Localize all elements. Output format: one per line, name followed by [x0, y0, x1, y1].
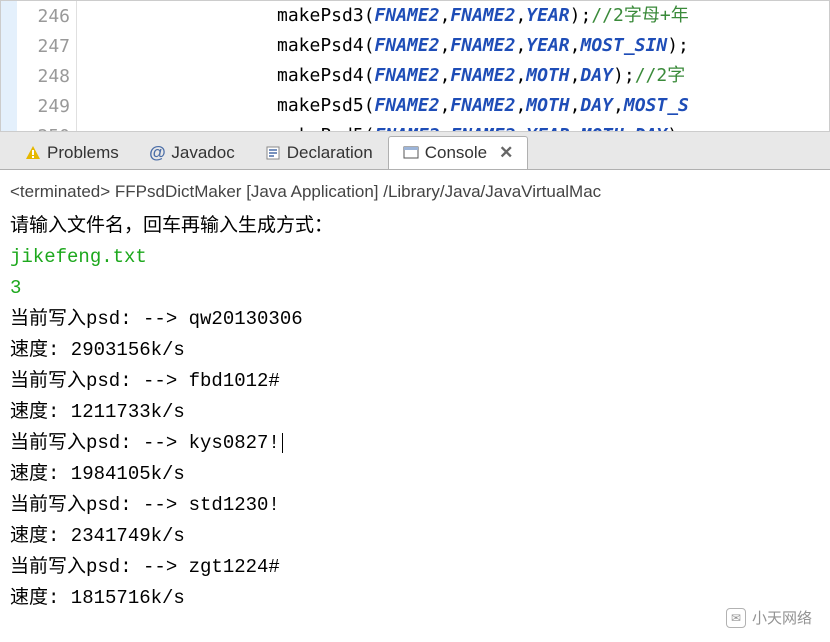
code-line: makePsd5(FNAME2,FNAME2,MOTH,DAY,MOST_S — [277, 91, 829, 121]
line-number: 248 — [17, 66, 76, 87]
code-line: makePsd4(FNAME2,FNAME2,YEAR,MOST_SIN); — [277, 31, 829, 61]
code-line: makePsd5(FNAME2,FNAME2,YEAR,MOTH,DAY). — [277, 121, 829, 131]
console-output: 当前写入psd: --> zgt1224# — [10, 552, 820, 583]
tab-label: Console — [425, 143, 487, 163]
line-number: 247 — [17, 36, 76, 57]
tab-problems[interactable]: Problems — [10, 136, 134, 169]
console-output: 当前写入psd: --> fbd1012# — [10, 366, 820, 397]
console-output: 速度: 1815716k/s — [10, 583, 820, 614]
code-line: makePsd4(FNAME2,FNAME2,MOTH,DAY);//2字 — [277, 61, 829, 91]
console-input: 3 — [10, 273, 820, 304]
close-icon[interactable]: ✕ — [499, 143, 513, 163]
terminated-status: <terminated> FFPsdDictMaker [Java Applic… — [10, 176, 820, 207]
view-tab-bar: Problems @ Javadoc Declaration Console ✕ — [0, 132, 830, 170]
at-icon: @ — [149, 143, 166, 163]
tab-label: Problems — [47, 143, 119, 163]
tab-label: Javadoc — [171, 143, 234, 163]
tab-javadoc[interactable]: @ Javadoc — [134, 136, 250, 169]
text-cursor — [282, 433, 283, 453]
tab-label: Declaration — [287, 143, 373, 163]
console-output: 速度: 1211733k/s — [10, 397, 820, 428]
console-output: 速度: 1984105k/s — [10, 459, 820, 490]
console-output: 速度: 2903156k/s — [10, 335, 820, 366]
tab-console[interactable]: Console ✕ — [388, 136, 529, 169]
wechat-icon: ✉ — [726, 608, 746, 628]
tab-declaration[interactable]: Declaration — [250, 136, 388, 169]
console-output: 当前写入psd: --> std1230! — [10, 490, 820, 521]
console-input: jikefeng.txt — [10, 242, 820, 273]
line-number: 246 — [17, 6, 76, 27]
console-output: 当前写入psd: --> qw20130306 — [10, 304, 820, 335]
warning-icon — [25, 145, 41, 161]
code-content[interactable]: makePsd3(FNAME2,FNAME2,YEAR);//2字母+年 mak… — [77, 1, 829, 131]
line-number-gutter: 246 247 248 249 250 — [1, 1, 77, 131]
watermark-text: 小天网络 — [752, 607, 812, 628]
declaration-icon — [265, 145, 281, 161]
console-view[interactable]: <terminated> FFPsdDictMaker [Java Applic… — [0, 170, 830, 642]
code-line: makePsd3(FNAME2,FNAME2,YEAR);//2字母+年 — [277, 1, 829, 31]
line-number: 249 — [17, 96, 76, 117]
console-icon — [403, 145, 419, 161]
console-output: 当前写入psd: --> kys0827! — [10, 428, 820, 459]
code-editor[interactable]: 246 247 248 249 250 makePsd3(FNAME2,FNAM… — [0, 0, 830, 132]
console-output: 速度: 2341749k/s — [10, 521, 820, 552]
console-prompt: 请输入文件名，回车再输入生成方式： — [10, 211, 820, 242]
watermark: ✉ 小天网络 — [726, 607, 812, 628]
